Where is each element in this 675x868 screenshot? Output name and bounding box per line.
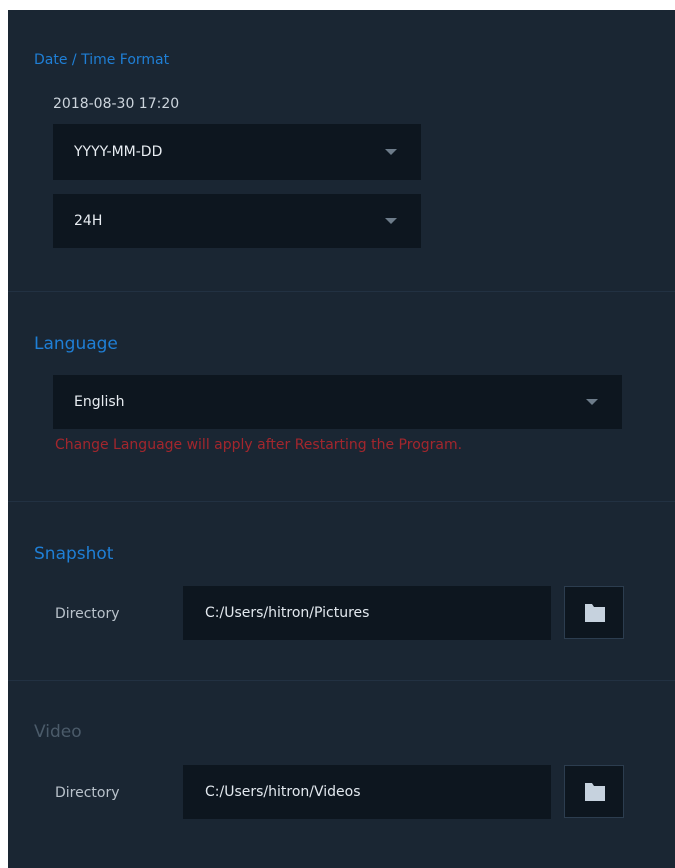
snapshot-title: Snapshot bbox=[34, 544, 114, 564]
settings-panel: Date / Time Format 2018-08-30 17:20 YYYY… bbox=[8, 10, 675, 868]
date-format-dropdown[interactable]: YYYY-MM-DD bbox=[53, 124, 421, 180]
time-format-dropdown[interactable]: 24H bbox=[53, 194, 421, 248]
folder-icon bbox=[585, 783, 605, 801]
language-dropdown[interactable]: English bbox=[53, 375, 622, 429]
caret-down-icon bbox=[586, 399, 598, 405]
snapshot-directory-value: C:/Users/hitron/Pictures bbox=[205, 605, 370, 621]
language-title: Language bbox=[34, 334, 118, 354]
snapshot-directory-label: Directory bbox=[55, 606, 120, 622]
caret-down-icon bbox=[385, 149, 397, 155]
language-restart-warning: Change Language will apply after Restart… bbox=[55, 437, 463, 453]
time-format-value: 24H bbox=[74, 213, 103, 229]
section-divider bbox=[8, 501, 675, 502]
video-directory-field[interactable]: C:/Users/hitron/Videos bbox=[183, 765, 551, 819]
language-value: English bbox=[74, 394, 125, 410]
video-browse-button[interactable] bbox=[564, 765, 624, 818]
date-time-preview: 2018-08-30 17:20 bbox=[53, 96, 180, 112]
date-time-format-title: Date / Time Format bbox=[34, 52, 170, 68]
video-title: Video bbox=[34, 722, 82, 742]
video-directory-value: C:/Users/hitron/Videos bbox=[205, 784, 361, 800]
section-divider bbox=[8, 680, 675, 681]
snapshot-browse-button[interactable] bbox=[564, 586, 624, 639]
folder-icon bbox=[585, 604, 605, 622]
snapshot-directory-field[interactable]: C:/Users/hitron/Pictures bbox=[183, 586, 551, 640]
caret-down-icon bbox=[385, 218, 397, 224]
section-divider bbox=[8, 291, 675, 292]
date-format-value: YYYY-MM-DD bbox=[74, 144, 163, 160]
video-directory-label: Directory bbox=[55, 785, 120, 801]
